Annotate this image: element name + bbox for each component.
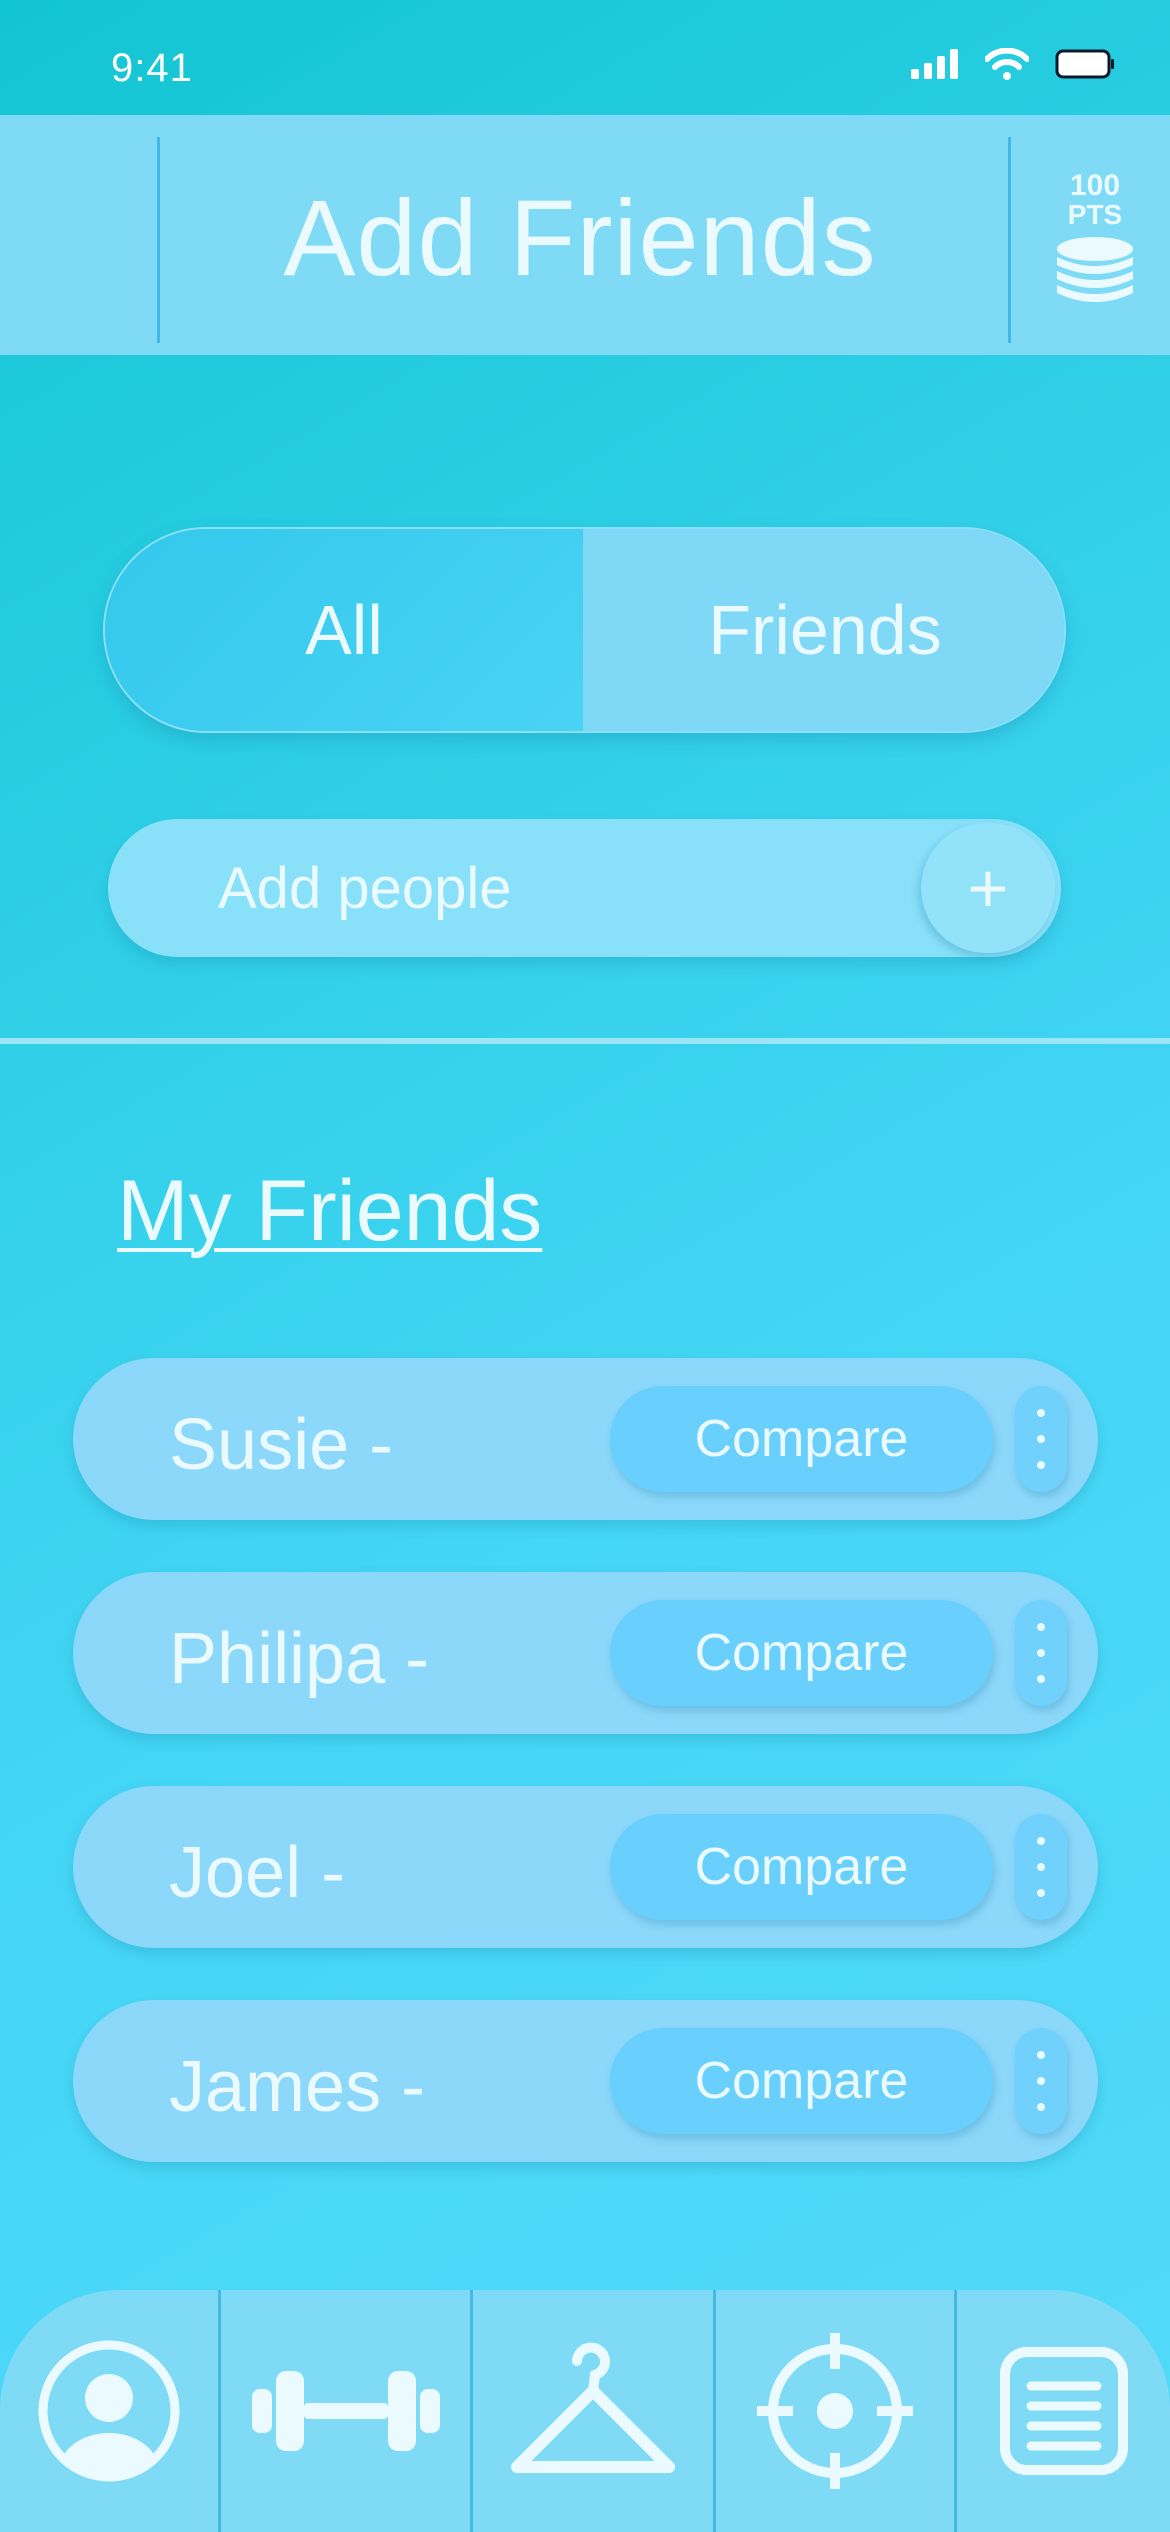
battery-icon xyxy=(1055,49,1114,79)
friend-name: Joel - xyxy=(169,1833,346,1913)
friend-row: Joel - Compare xyxy=(73,1786,1098,1948)
status-time: 9:41 xyxy=(111,46,193,90)
friends-list: Susie - Compare Philipa - Compare Joel -… xyxy=(73,1358,1098,2214)
compare-button[interactable]: Compare xyxy=(610,1600,993,1706)
compare-button[interactable]: Compare xyxy=(610,2028,993,2134)
points-badge[interactable]: 100 PTS xyxy=(1045,171,1145,312)
my-friends-heading: My Friends xyxy=(117,1163,543,1259)
status-icons xyxy=(911,48,1115,80)
compare-button[interactable]: Compare xyxy=(610,1386,993,1492)
segment-all[interactable]: All xyxy=(105,529,586,731)
more-options-button[interactable] xyxy=(1015,1814,1067,1920)
section-divider xyxy=(0,1038,1170,1044)
compare-button[interactable]: Compare xyxy=(610,1814,993,1920)
tab-profile[interactable] xyxy=(0,2290,218,2532)
status-bar: 9:41 xyxy=(0,0,1170,115)
more-vertical-icon xyxy=(1037,1409,1045,1469)
friend-name: James - xyxy=(169,2047,426,2127)
bottom-tab-bar xyxy=(0,2290,1170,2532)
tab-goals[interactable] xyxy=(716,2290,954,2532)
dumbbell-icon xyxy=(251,2371,440,2451)
add-people-button[interactable]: + xyxy=(921,823,1055,953)
add-people-input[interactable] xyxy=(218,847,918,929)
points-value: 100 xyxy=(1069,169,1121,202)
tab-wardrobe[interactable] xyxy=(473,2290,713,2532)
points-unit: PTS xyxy=(1067,199,1123,230)
header-divider-right xyxy=(1008,137,1011,343)
target-icon xyxy=(757,2333,913,2489)
notes-icon xyxy=(999,2347,1128,2475)
coin-stack-icon xyxy=(1057,237,1133,302)
friend-name: Susie - xyxy=(169,1405,394,1485)
filter-segmented-control: All Friends xyxy=(103,527,1066,733)
more-options-button[interactable] xyxy=(1015,1600,1067,1706)
hanger-icon xyxy=(511,2342,675,2473)
tab-workout[interactable] xyxy=(221,2290,470,2532)
more-vertical-icon xyxy=(1037,1837,1045,1897)
more-options-button[interactable] xyxy=(1015,1386,1067,1492)
header-bar: Add Friends 100 PTS xyxy=(0,115,1170,355)
more-vertical-icon xyxy=(1037,2051,1045,2111)
more-options-button[interactable] xyxy=(1015,2028,1067,2134)
friend-row: Philipa - Compare xyxy=(73,1572,1098,1734)
add-people-field: + xyxy=(108,819,1061,957)
segment-friends[interactable]: Friends xyxy=(586,529,1064,731)
wifi-icon xyxy=(985,48,1029,80)
friend-row: Susie - Compare xyxy=(73,1358,1098,1520)
more-vertical-icon xyxy=(1037,1623,1045,1683)
profile-icon xyxy=(38,2340,180,2482)
friend-row: James - Compare xyxy=(73,2000,1098,2162)
page-title: Add Friends xyxy=(283,177,877,298)
friend-name: Philipa - xyxy=(169,1619,430,1699)
tab-notes[interactable] xyxy=(957,2290,1170,2532)
signal-icon xyxy=(911,49,958,79)
